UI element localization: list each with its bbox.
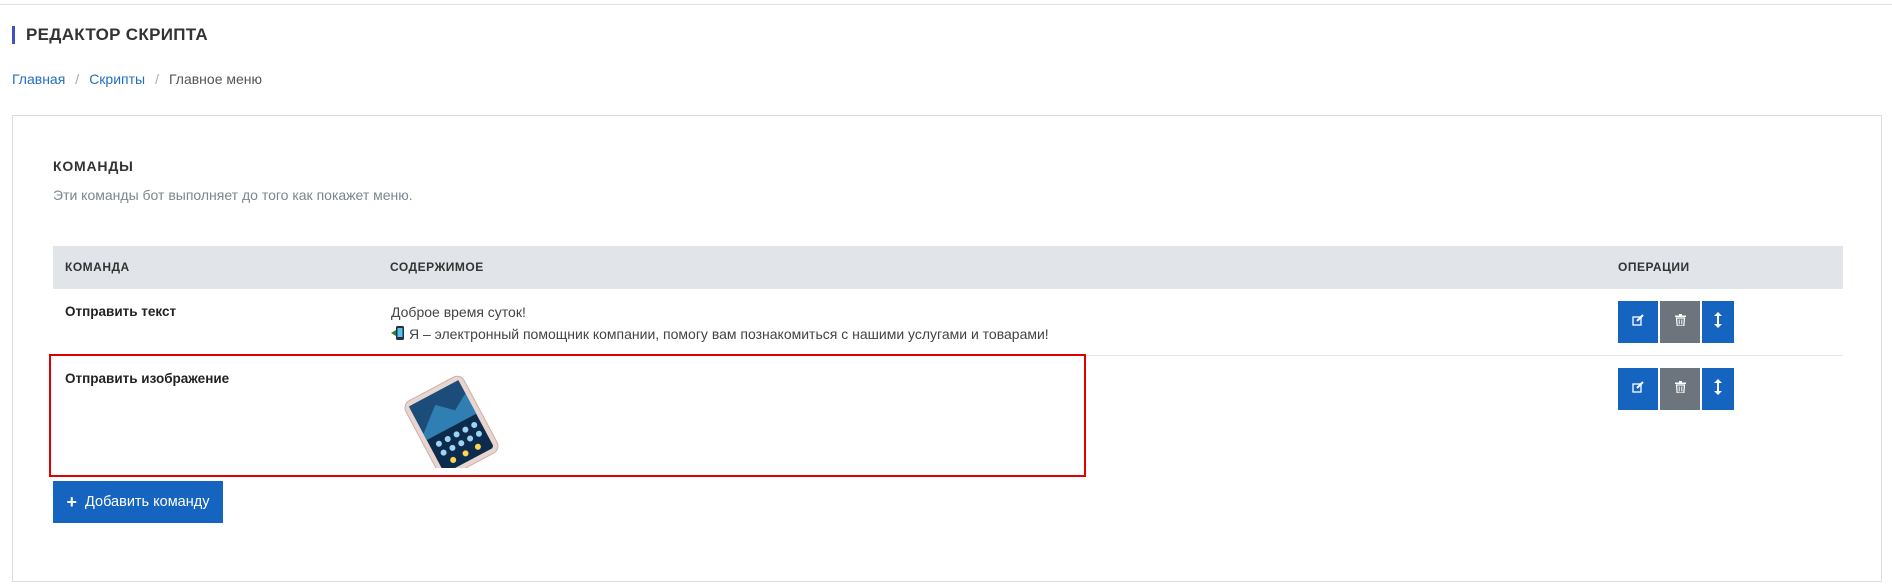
plus-icon: +: [66, 492, 78, 512]
edit-button[interactable]: [1618, 301, 1658, 343]
content-line-text: Я – электронный помощник компании, помог…: [409, 326, 1049, 342]
page-title: РЕДАКТОР СКРИПТА: [12, 26, 208, 44]
add-command-button[interactable]: + Добавить команду: [53, 481, 223, 523]
column-header-content: СОДЕРЖИМОЕ: [390, 260, 484, 274]
breadcrumb: Главная / Скрипты / Главное меню: [12, 71, 262, 87]
delete-button[interactable]: [1660, 301, 1700, 343]
command-name: Отправить текст: [65, 304, 177, 319]
breadcrumb-current: Главное меню: [168, 71, 263, 87]
breadcrumb-scripts-link[interactable]: Скрипты: [89, 71, 145, 87]
edit-icon: [1632, 380, 1644, 398]
move-button[interactable]: [1702, 301, 1734, 343]
edit-button[interactable]: [1618, 368, 1658, 410]
delete-button[interactable]: [1660, 368, 1700, 410]
trash-icon: [1674, 380, 1686, 398]
move-vertical-icon: [1714, 311, 1722, 333]
top-divider: [0, 4, 1892, 5]
add-command-label: Добавить команду: [85, 494, 210, 510]
edit-icon: [1632, 313, 1644, 331]
content-line: Я – электронный помощник компании, помог…: [391, 325, 1049, 344]
breadcrumb-separator: /: [75, 71, 80, 87]
column-header-operations: ОПЕРАЦИИ: [1618, 260, 1690, 274]
row-operations: [1618, 368, 1734, 410]
highlight-annotation: [49, 354, 1086, 477]
breadcrumb-home-link[interactable]: Главная: [12, 71, 65, 87]
move-button[interactable]: [1702, 368, 1734, 410]
mobile-phone-arrow-icon: [391, 325, 405, 344]
commands-table-header: КОМАНДА СОДЕРЖИМОЕ ОПЕРАЦИИ: [53, 246, 1843, 289]
column-header-command: КОМАНДА: [65, 260, 130, 274]
row-operations: [1618, 301, 1734, 343]
commands-section-description: Эти команды бот выполняет до того как по…: [53, 187, 413, 203]
breadcrumb-separator: /: [155, 71, 159, 87]
commands-card: [12, 115, 1882, 582]
move-vertical-icon: [1714, 378, 1722, 400]
commands-section-title: КОМАНДЫ: [53, 158, 134, 174]
trash-icon: [1674, 313, 1686, 331]
content-line: Доброе время суток!: [391, 304, 526, 320]
